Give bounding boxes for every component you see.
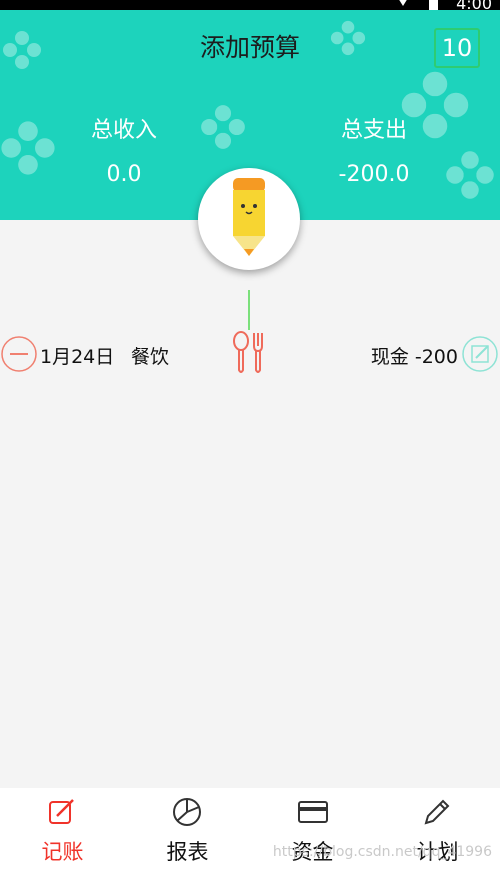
tab-label: 报表 xyxy=(166,840,209,864)
delete-record-icon[interactable] xyxy=(0,335,38,373)
watermark: https://blog.csdn.net/qq_41996 xyxy=(272,844,492,860)
total-income-label: 总收入 xyxy=(90,118,157,143)
fork-spoon-icon xyxy=(233,331,263,373)
edit-record-icon[interactable] xyxy=(461,335,499,373)
record-category: 餐饮 xyxy=(131,346,170,368)
pencil-icon xyxy=(424,799,450,825)
wifi-icon xyxy=(399,0,407,6)
status-bar: 4:00 xyxy=(0,0,500,13)
timeline-line xyxy=(248,290,250,330)
edit-icon xyxy=(49,799,74,824)
tab-bookkeeping[interactable]: 记账 xyxy=(0,788,125,870)
bottom-nav: 记账 报表 资金 计划 https://blog.csdn.net/qq_419… xyxy=(0,788,500,870)
pie-chart-icon xyxy=(173,798,201,826)
total-income-value: 0.0 xyxy=(106,162,142,187)
tab-reports[interactable]: 报表 xyxy=(125,788,250,870)
tab-label: 记账 xyxy=(41,840,84,864)
battery-icon xyxy=(429,0,438,10)
card-icon xyxy=(298,801,328,823)
pencil-mascot-icon xyxy=(233,178,265,256)
calendar-button[interactable]: 10 xyxy=(434,28,480,68)
page-title: 添加预算 xyxy=(199,33,300,62)
add-record-button[interactable] xyxy=(198,168,300,270)
record-row[interactable]: 1月24日 餐饮 现金 -200 xyxy=(0,330,500,380)
total-expense-label: 总支出 xyxy=(340,118,407,143)
record-account-amount: 现金 -200 xyxy=(370,346,458,368)
record-date: 1月24日 xyxy=(40,346,115,368)
total-expense-value: -200.0 xyxy=(338,162,410,187)
